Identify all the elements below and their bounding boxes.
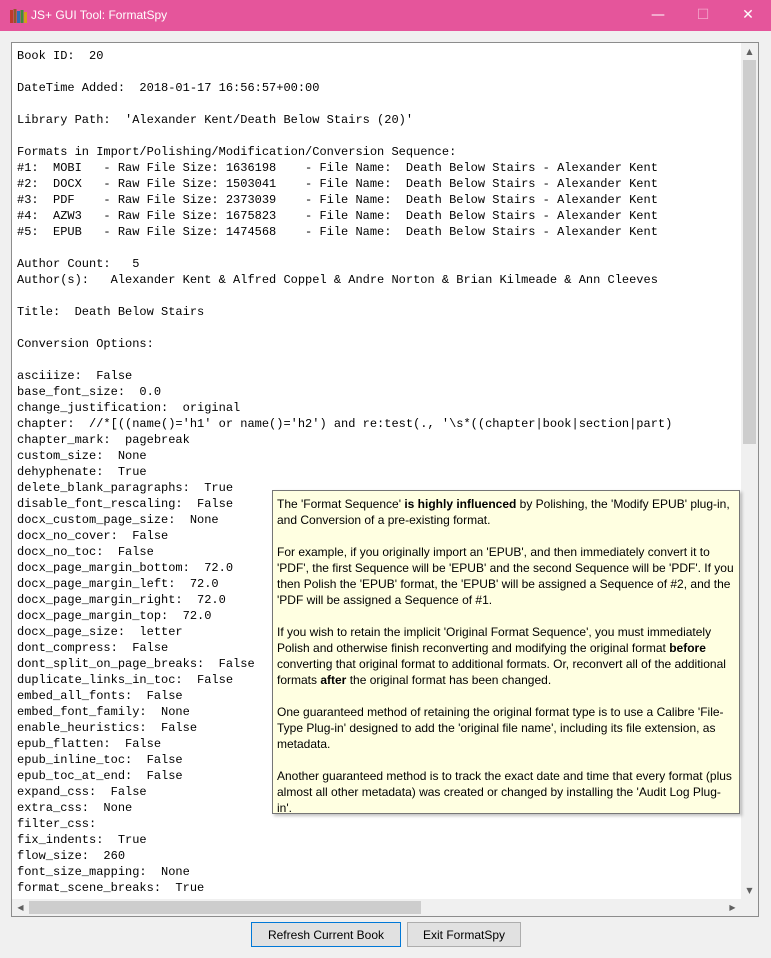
report-line: DateTime Added: 2018-01-17 16:56:57+00:0…	[17, 81, 320, 95]
maximize-button[interactable]: ☐	[680, 0, 726, 31]
tooltip-paragraph-2: For example, if you originally import an…	[277, 545, 734, 607]
report-line: html_unwrap_factor: 0.4	[17, 896, 740, 898]
report-line: asciiize: False	[17, 369, 133, 383]
scroll-left-icon[interactable]: ◀	[12, 899, 29, 916]
report-line: flow_size: 260	[17, 849, 126, 863]
scroll-right-icon[interactable]: ▶	[724, 899, 741, 916]
format-sequence-tooltip: The 'Format Sequence' is highly influenc…	[272, 490, 740, 815]
vertical-scroll-thumb[interactable]	[743, 60, 756, 444]
report-line: Library Path: 'Alexander Kent/Death Belo…	[17, 113, 414, 127]
vertical-scrollbar[interactable]: ▲ ▼	[741, 43, 758, 899]
report-line: #2: DOCX - Raw File Size: 1503041 - File…	[17, 177, 658, 191]
report-line: Formats in Import/Polishing/Modification…	[17, 145, 457, 159]
report-line: filter_css:	[17, 817, 97, 831]
tooltip-paragraph-4: One guaranteed method of retaining the o…	[277, 705, 724, 751]
report-line: custom_size: None	[17, 449, 147, 463]
report-line: Author Count: 5	[17, 257, 140, 271]
report-line: #5: EPUB - Raw File Size: 1474568 - File…	[17, 225, 658, 239]
report-line: format_scene_breaks: True	[17, 881, 205, 895]
report-line: change_justification: original	[17, 401, 241, 415]
window-title: JS+ GUI Tool: FormatSpy	[31, 8, 168, 22]
exit-formatspy-button[interactable]: Exit FormatSpy	[407, 922, 521, 947]
scrollbar-corner	[741, 899, 758, 916]
scroll-up-icon[interactable]: ▲	[741, 43, 758, 60]
report-line: dehyphenate: True	[17, 465, 147, 479]
scroll-down-icon[interactable]: ▼	[741, 882, 758, 899]
report-line: Conversion Options:	[17, 337, 154, 351]
report-line: Author(s): Alexander Kent & Alfred Coppe…	[17, 273, 658, 287]
tooltip-paragraph-1: The 'Format Sequence' is highly influenc…	[277, 497, 730, 527]
report-line: chapter: //*[((name()='h1' or name()='h2…	[17, 417, 673, 431]
report-line: chapter_mark: pagebreak	[17, 433, 190, 447]
report-line: #1: MOBI - Raw File Size: 1636198 - File…	[17, 161, 658, 175]
report-line: #3: PDF - Raw File Size: 2373039 - File …	[17, 193, 658, 207]
tooltip-paragraph-3: If you wish to retain the implicit 'Orig…	[277, 625, 726, 687]
title-bar: JS+ GUI Tool: FormatSpy — ☐ ✕	[0, 0, 771, 31]
close-button[interactable]: ✕	[725, 0, 771, 31]
report-line: font_size_mapping: None	[17, 865, 190, 879]
minimize-button[interactable]: —	[635, 0, 681, 31]
report-line: base_font_size: 0.0	[17, 385, 162, 399]
books-icon	[10, 9, 27, 23]
horizontal-scrollbar[interactable]: ◀ ▶	[12, 899, 741, 916]
report-line: Title: Death Below Stairs	[17, 305, 205, 319]
report-line: Book ID: 20	[17, 49, 104, 63]
horizontal-scroll-thumb[interactable]	[29, 901, 421, 914]
tooltip-paragraph-5: Another guaranteed method is to track th…	[277, 769, 732, 815]
refresh-current-book-button[interactable]: Refresh Current Book	[251, 922, 401, 947]
report-line: #4: AZW3 - Raw File Size: 1675823 - File…	[17, 209, 658, 223]
report-line: fix_indents: True	[17, 833, 147, 847]
